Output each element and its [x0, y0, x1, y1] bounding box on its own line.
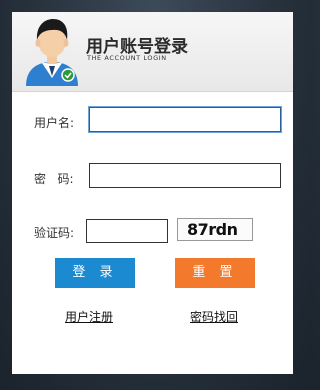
captcha-text: 87rdn [187, 220, 238, 239]
login-panel: 用户账号登录 THE ACCOUNT LOGIN 用户名: 密 码: 验证码: … [12, 12, 293, 374]
captcha-label: 验证码: [34, 226, 75, 240]
reset-button[interactable]: 重 置 [175, 258, 255, 288]
register-link[interactable]: 用户注册 [65, 308, 113, 325]
password-label: 密 码: [34, 172, 74, 186]
page-subtitle: THE ACCOUNT LOGIN [87, 54, 167, 62]
password-input[interactable] [89, 163, 281, 188]
recover-password-link[interactable]: 密码找回 [190, 308, 238, 325]
login-button[interactable]: 登 录 [55, 258, 135, 288]
captcha-image[interactable]: 87rdn [177, 218, 253, 241]
login-header: 用户账号登录 THE ACCOUNT LOGIN [12, 12, 293, 92]
user-avatar-icon [26, 19, 78, 86]
captcha-input[interactable] [86, 219, 168, 243]
username-input[interactable] [89, 107, 281, 132]
username-label: 用户名: [34, 116, 75, 130]
